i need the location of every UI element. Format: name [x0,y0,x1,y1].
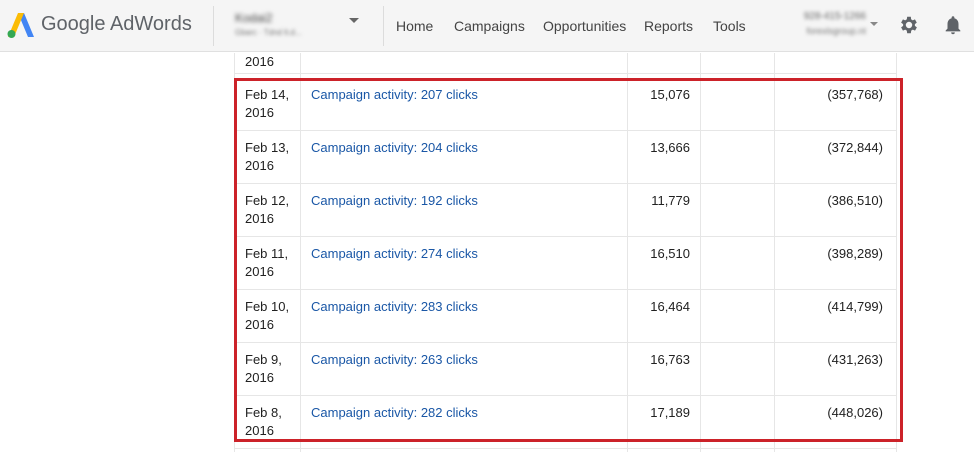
amount-cell: 11,779 [651,193,690,208]
date-cell: Feb 14, 2016 [245,87,290,120]
adwords-logo-icon[interactable] [6,10,36,40]
balance-cell: (398,289) [827,246,883,261]
header-divider [213,6,214,46]
date-cell: Feb 11, 2016 [245,246,289,279]
bell-icon[interactable] [942,14,964,36]
campaign-activity-link[interactable]: Campaign activity: 263 clicks [311,351,478,369]
amount-cell: 16,510 [650,246,690,261]
table-row: Feb 14, 2016 Campaign activity: 207 click… [234,78,897,131]
table-row: Feb 13, 2016 Campaign activity: 204 click… [234,131,897,184]
date-cell: 2016 [245,53,303,71]
campaign-activity-link[interactable]: Campaign activity: 274 clicks [311,245,478,263]
table-row: 2016 [234,21,897,74]
transactions-table: 2016 Feb 14, 2016 Campaign activity: 207 … [234,53,897,452]
balance-cell: (431,263) [827,352,883,367]
balance-cell: (386,510) [827,193,883,208]
campaign-activity-link[interactable]: Campaign activity: 207 clicks [311,86,478,104]
date-year: 2016 [245,54,274,69]
brand-name[interactable]: Google AdWords [41,13,192,36]
amount-cell: 13,666 [650,140,690,155]
campaign-activity-link[interactable]: Campaign activity: 282 clicks [311,404,478,422]
campaign-activity-link[interactable]: Campaign activity: 204 clicks [311,139,478,157]
campaign-activity-link[interactable]: Campaign activity: 192 clicks [311,192,478,210]
date-cell: Feb 9, 2016 [245,352,282,385]
balance-cell: (357,768) [827,87,883,102]
balance-cell: (414,799) [827,299,883,314]
balance-cell: (448,026) [827,405,883,420]
table-row: Feb 8, 2016 Campaign activity: 282 clicks… [234,396,897,449]
date-cell: Feb 10, 2016 [245,299,290,332]
date-cell: Feb 12, 2016 [245,193,290,226]
table-row: Feb 9, 2016 Campaign activity: 263 clicks… [234,343,897,396]
campaign-activity-link[interactable]: Campaign activity: 283 clicks [311,298,478,316]
date-cell: Feb 8, 2016 [245,405,282,438]
balance-cell: (372,844) [827,140,883,155]
amount-cell: 16,464 [650,299,690,314]
table-row: Feb 10, 2016 Campaign activity: 283 click… [234,290,897,343]
date-cell: Feb 13, 2016 [245,140,290,173]
amount-cell: 16,763 [650,352,690,367]
gear-icon[interactable] [898,14,920,36]
table-row: Feb 11, 2016 Campaign activity: 274 click… [234,237,897,290]
table-row: Feb 12, 2016 Campaign activity: 192 click… [234,184,897,237]
amount-cell: 17,189 [650,405,690,420]
amount-cell: 15,076 [650,87,690,102]
